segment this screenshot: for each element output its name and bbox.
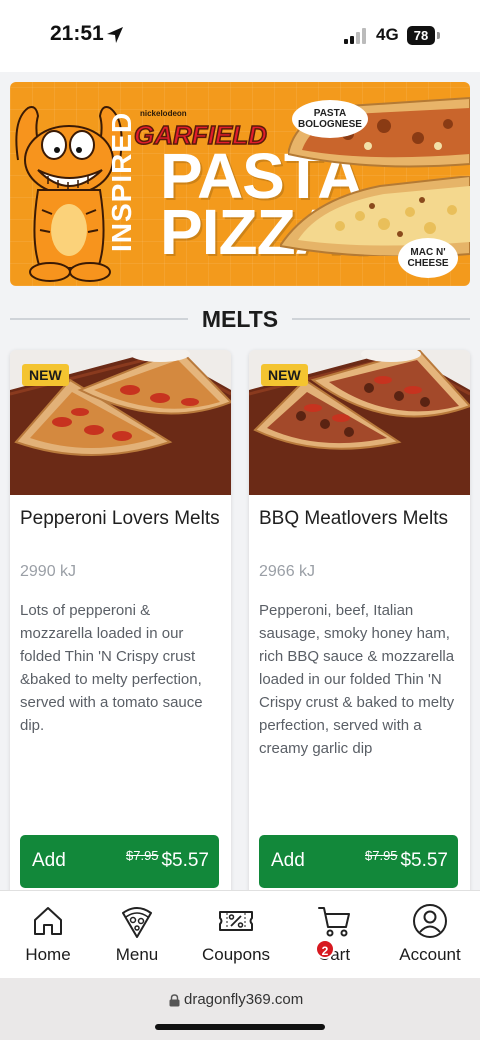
section-heading: MELTS <box>10 306 470 332</box>
product-name[interactable]: BBQ Meatlovers Melts <box>259 507 459 530</box>
add-to-cart-button[interactable]: Add $7.95 $5.57 <box>20 835 219 888</box>
product-image[interactable]: NEW <box>10 350 231 495</box>
promo-banner[interactable]: nickelodeon GARFIELD INSPIRED PASTA PIZZ… <box>10 82 470 286</box>
location-arrow-icon <box>107 27 123 43</box>
cart-icon <box>318 907 350 937</box>
add-button-label: Add <box>32 850 66 871</box>
clock: 21:51 <box>50 22 104 45</box>
pizza-slice-icon <box>122 907 152 938</box>
product-description: Lots of pepperoni & mozzarella loaded in… <box>20 602 203 734</box>
new-badge: NEW <box>261 364 308 386</box>
original-price: $7.95 <box>365 848 398 863</box>
add-to-cart-button[interactable]: Add $7.95 $5.57 <box>259 835 458 888</box>
nickelodeon-logo: nickelodeon <box>140 109 187 118</box>
product-image[interactable]: NEW <box>249 350 470 495</box>
section-title: MELTS <box>201 306 279 332</box>
nav-label: Home <box>25 945 71 964</box>
url-text[interactable]: dragonfly369.com <box>184 991 303 1008</box>
network-type: 4G <box>376 25 399 44</box>
badge-pasta-bolognese: PASTA BOLOGNESE <box>292 100 368 138</box>
account-icon <box>413 904 447 938</box>
product-energy: 2990 kJ <box>20 563 77 580</box>
nav-label: Account <box>399 945 461 964</box>
status-bar: 21:51 4G 78 <box>0 0 480 72</box>
browser-address-bar[interactable]: dragonfly369.com <box>0 978 480 1040</box>
nav-item-cart[interactable]: Cart <box>286 891 382 979</box>
add-button-label: Add <box>271 850 305 871</box>
nav-item-menu[interactable]: Menu <box>89 891 185 979</box>
product-energy: 2966 kJ <box>259 563 316 580</box>
battery-tip <box>437 32 440 39</box>
signal-icon <box>344 28 366 44</box>
discounted-price: $5.57 <box>400 850 448 871</box>
coupon-icon <box>219 911 253 931</box>
original-price: $7.95 <box>126 848 159 863</box>
home-indicator[interactable] <box>155 1024 325 1030</box>
nav-item-home[interactable]: Home <box>0 891 96 979</box>
nav-item-coupons[interactable]: Coupons <box>188 891 284 979</box>
badge-mac-n-cheese: MAC N' CHEESE <box>398 238 458 278</box>
banner-inspired-text: INSPIRED <box>106 111 137 252</box>
cart-count-badge: 2 <box>315 939 335 959</box>
discounted-price: $5.57 <box>161 850 209 871</box>
lock-icon <box>169 994 180 1007</box>
nav-item-account[interactable]: Account <box>382 891 478 979</box>
home-icon <box>34 907 62 935</box>
battery-icon: 78 <box>407 26 435 45</box>
product-description: Pepperoni, beef, Italian sausage, smoky … <box>259 602 455 757</box>
product-card[interactable]: NEW BBQ Meatlovers Melts 2966 kJ Peppero… <box>249 350 470 910</box>
product-card[interactable]: NEW Pepperoni Lovers Melts 2990 kJ Lots … <box>10 350 231 910</box>
bottom-navigation: Home Menu Coupons Cart Account <box>0 890 480 978</box>
nav-label: Coupons <box>201 945 271 964</box>
product-name[interactable]: Pepperoni Lovers Melts <box>20 507 220 530</box>
nav-label: Menu <box>115 945 159 964</box>
new-badge: NEW <box>22 364 69 386</box>
